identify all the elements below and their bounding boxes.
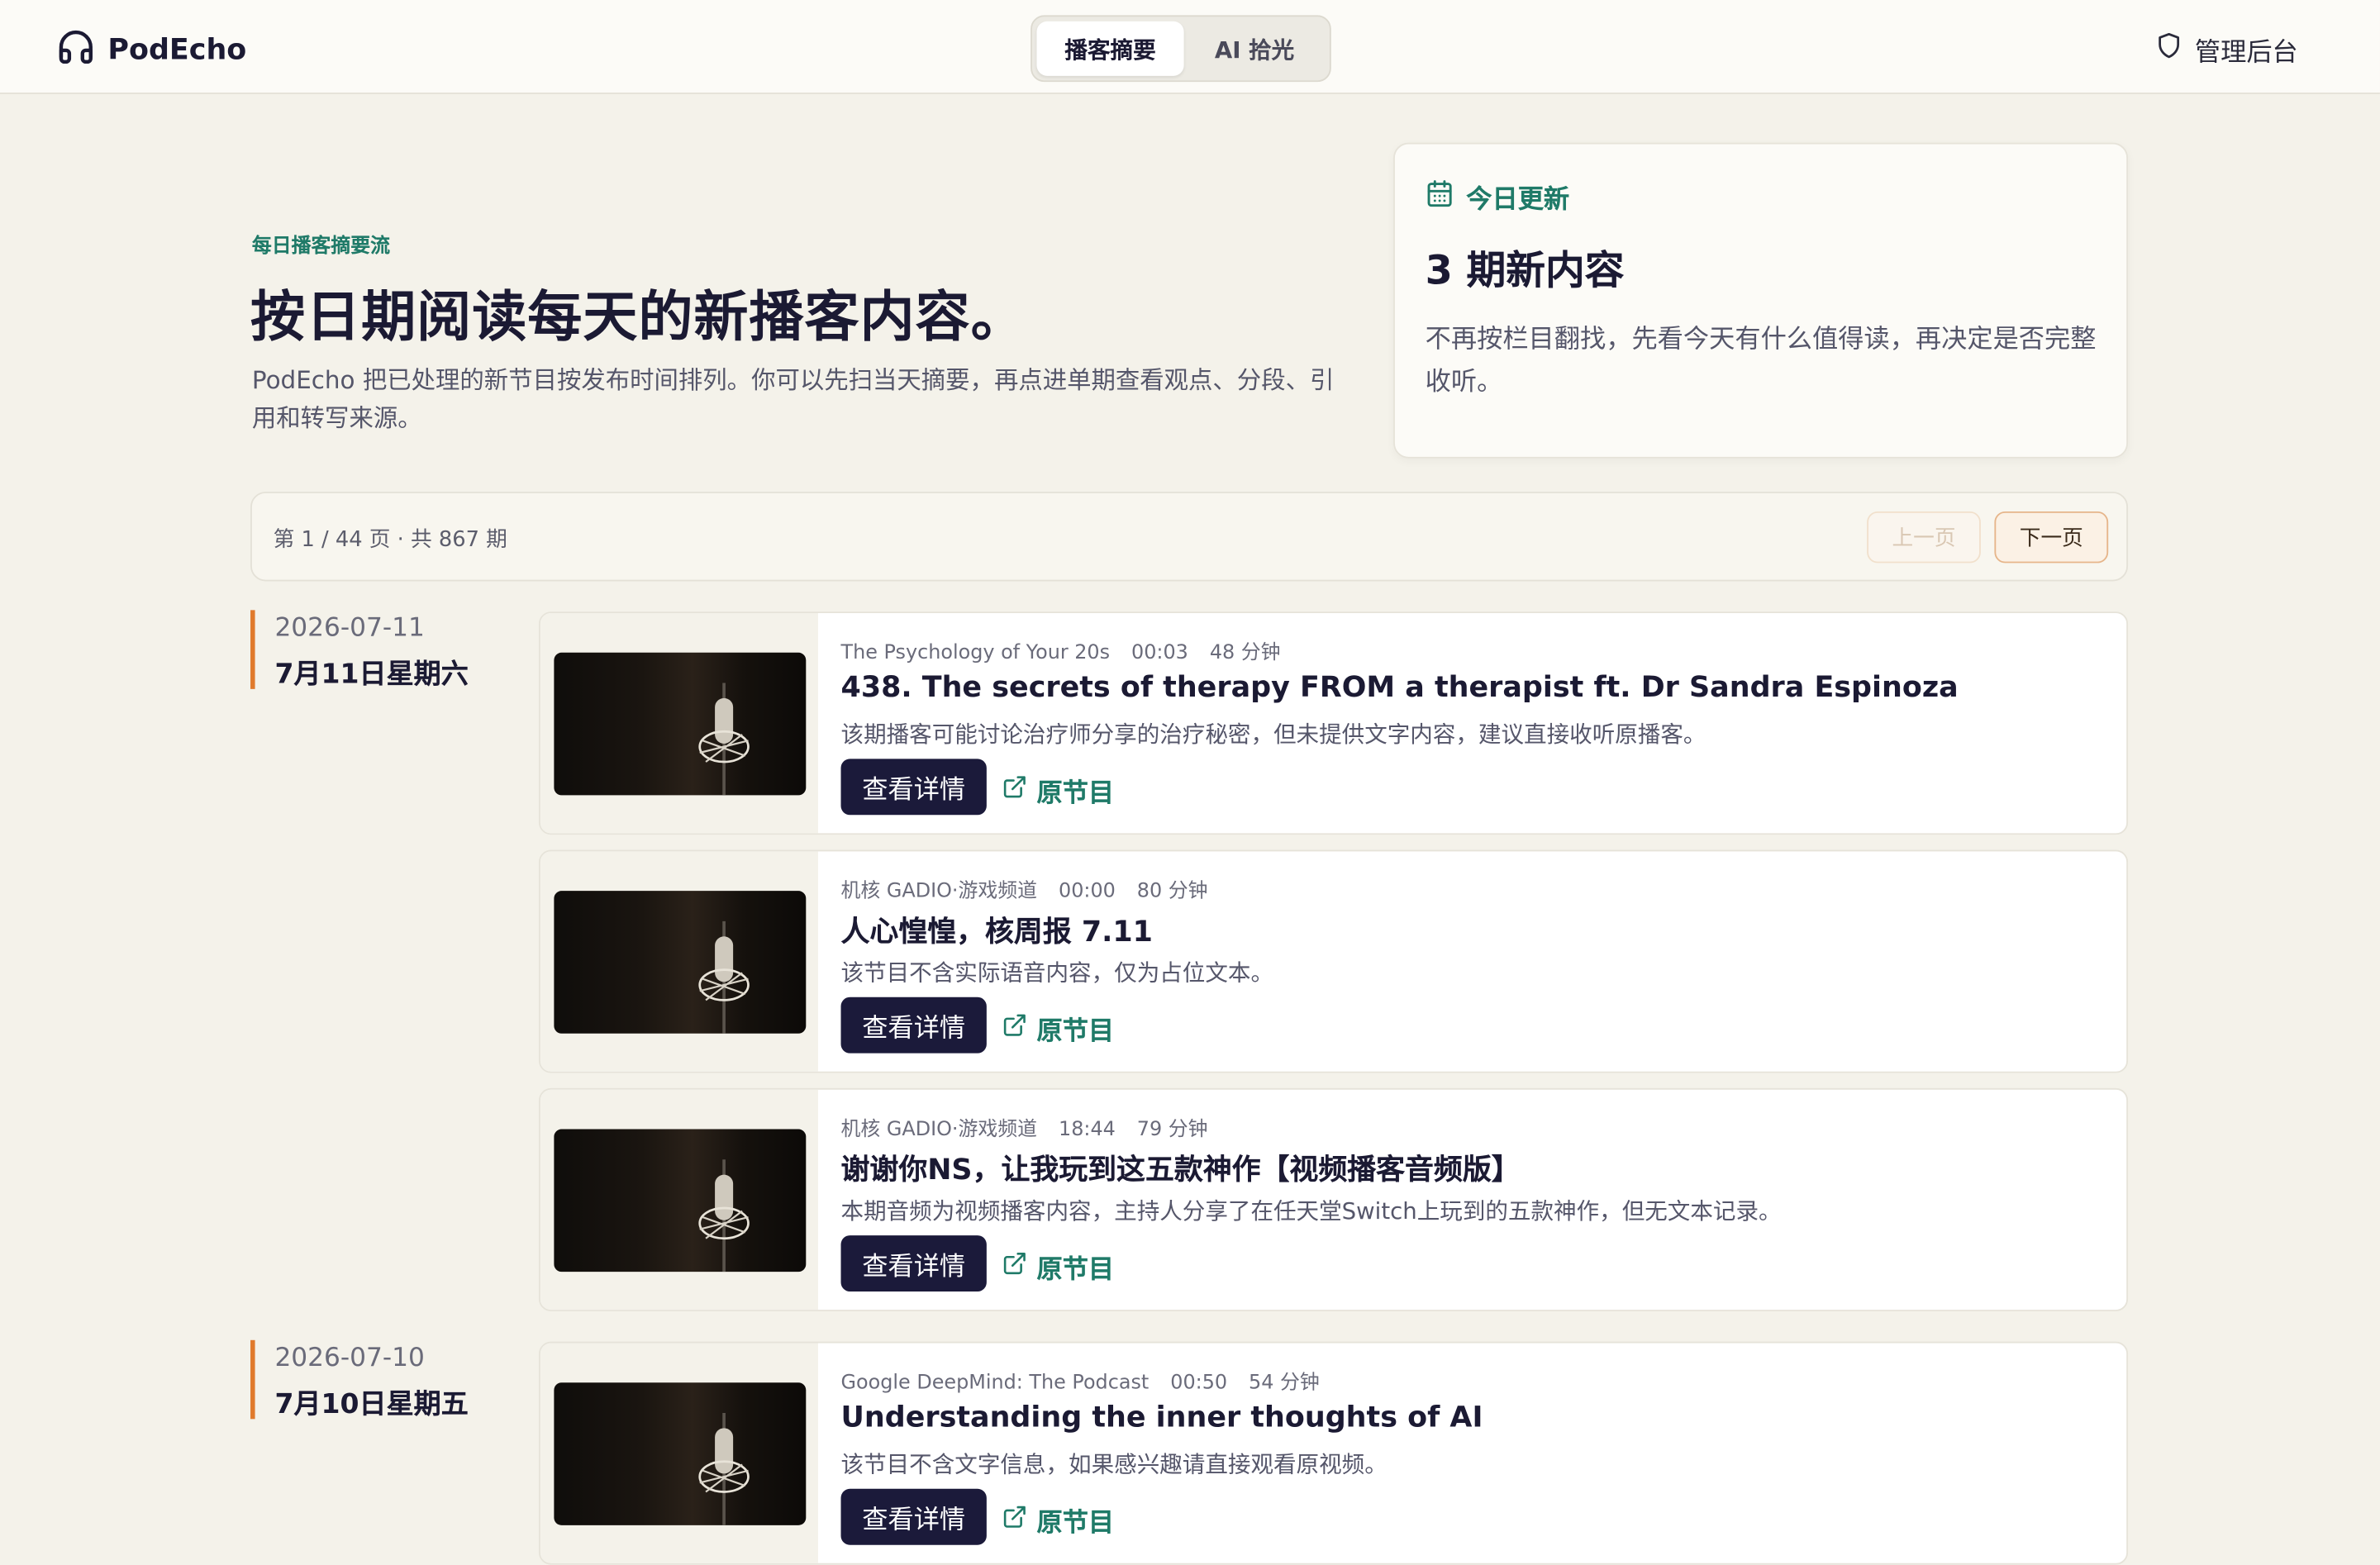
microphone-thumbnail[interactable] <box>554 891 807 1034</box>
original-episode-label: 原节目 <box>1036 1016 1115 1048</box>
duration: 80 分钟 <box>1136 880 1208 903</box>
episode-summary: 该节目不含文字信息，如果感兴趣请直接观看原视频。 <box>840 1450 1388 1478</box>
tab-ai-shiguang[interactable]: AI 拾光 <box>1184 21 1326 76</box>
microphone-thumbnail[interactable] <box>554 1382 807 1525</box>
pagination-bar: 第 1 / 44 页 · 共 867 期 上一页 下一页 <box>250 492 2129 582</box>
view-details-button[interactable]: 查看详情 <box>840 997 987 1054</box>
duration: 79 分钟 <box>1136 1118 1208 1142</box>
today-header: 今日更新 <box>1426 178 1569 216</box>
episode-title[interactable]: Understanding the inner thoughts of AI <box>841 1401 1483 1434</box>
show-name: The Psychology of Your 20s <box>840 641 1111 665</box>
hero-description: PodEcho 把已处理的新节目按发布时间排列。你可以先扫当天摘要，再点进单期查… <box>251 365 1335 433</box>
original-episode-link[interactable]: 原节目 <box>1002 771 1114 809</box>
external-link-icon <box>1002 1503 1027 1536</box>
date-iso: 2026-07-11 <box>274 613 425 644</box>
calendar-icon <box>1426 178 1454 215</box>
view-switcher: 播客摘要 AI 拾光 <box>1031 15 1331 83</box>
publish-time: 00:00 <box>1059 880 1116 903</box>
episode-summary: 本期音频为视频播客内容，主持人分享了在任天堂Switch上玩到的五款神作，但无文… <box>840 1197 1782 1225</box>
today-count: 3 期新内容 <box>1425 249 1625 295</box>
episode-summary: 该节目不含实际语音内容，仅为占位文本。 <box>840 959 1274 987</box>
original-episode-label: 原节目 <box>1036 1254 1115 1286</box>
episode-meta: 机核 GADIO·游戏频道 18:44 79 分钟 <box>840 1112 1223 1142</box>
prev-page-button[interactable]: 上一页 <box>1867 511 1981 564</box>
next-page-button[interactable]: 下一页 <box>1994 511 2109 564</box>
external-link-icon <box>1002 1011 1027 1044</box>
top-bar: PodEcho 播客摘要 AI 拾光 管理后台 <box>0 0 2380 94</box>
episode-meta: Google DeepMind: The Podcast 00:50 54 分钟 <box>841 1366 1335 1395</box>
tab-podcast-summary[interactable]: 播客摘要 <box>1036 21 1184 76</box>
external-link-icon <box>1002 773 1027 806</box>
external-link-icon <box>1002 1250 1027 1283</box>
hero-eyebrow: 每日播客摘要流 <box>251 235 391 259</box>
episode-card: 机核 GADIO·游戏频道 18:44 79 分钟 谢谢你NS，让我玩到这五款神… <box>539 1087 2129 1311</box>
microphone-thumbnail[interactable] <box>554 1129 807 1272</box>
original-episode-label: 原节目 <box>1036 778 1115 809</box>
date-iso: 2026-07-10 <box>274 1343 425 1374</box>
publish-time: 00:03 <box>1131 641 1188 665</box>
view-details-button[interactable]: 查看详情 <box>840 1488 987 1545</box>
episode-card: Google DeepMind: The Podcast 00:50 54 分钟… <box>539 1341 2129 1565</box>
episode-title[interactable]: 438. The secrets of therapy FROM a thera… <box>841 671 1959 704</box>
episode-meta: The Psychology of Your 20s 00:03 48 分钟 <box>841 636 1296 665</box>
view-details-button[interactable]: 查看详情 <box>840 759 987 816</box>
shield-icon <box>2155 31 2182 69</box>
episode-card: The Psychology of Your 20s 00:03 48 分钟 4… <box>539 611 2129 835</box>
date-weekday: 7月10日星期五 <box>274 1388 469 1421</box>
episode-title[interactable]: 人心惶惶，核周报 7.11 <box>841 909 1153 950</box>
pagination-info: 第 1 / 44 页 · 共 867 期 <box>273 528 507 553</box>
microphone-thumbnail[interactable] <box>554 652 807 796</box>
episode-meta: 机核 GADIO·游戏频道 00:00 80 分钟 <box>841 874 1223 903</box>
original-episode-link[interactable]: 原节目 <box>1002 1009 1114 1047</box>
original-episode-link[interactable]: 原节目 <box>1002 1248 1114 1286</box>
brand[interactable]: PodEcho <box>56 27 246 73</box>
page-title: 按日期阅读每天的新播客内容。 <box>250 287 1026 350</box>
publish-time: 18:44 <box>1059 1118 1116 1142</box>
headphones-icon <box>56 27 96 73</box>
episode-title[interactable]: 谢谢你NS，让我玩到这五款神作【视频播客音频版】 <box>841 1148 1521 1189</box>
show-name: Google DeepMind: The Podcast <box>840 1372 1150 1395</box>
duration: 48 分钟 <box>1209 641 1281 665</box>
original-episode-label: 原节目 <box>1036 1508 1115 1539</box>
view-details-button[interactable]: 查看详情 <box>840 1235 987 1292</box>
admin-label: 管理后台 <box>2194 37 2298 69</box>
date-group-header: 2026-07-11 7月11日星期六 <box>250 610 469 691</box>
today-description: 不再按栏目翻找，先看今天有什么值得读，再决定是否完整收听。 <box>1425 325 2097 398</box>
today-update-card: 今日更新 3 期新内容 不再按栏目翻找，先看今天有什么值得读，再决定是否完整收听… <box>1393 142 2129 459</box>
date-group-header: 2026-07-10 7月10日星期五 <box>250 1339 469 1421</box>
episode-card: 机核 GADIO·游戏频道 00:00 80 分钟 人心惶惶，核周报 7.11 … <box>539 849 2129 1073</box>
admin-link[interactable]: 管理后台 <box>2155 31 2298 69</box>
publish-time: 00:50 <box>1170 1372 1228 1395</box>
today-label: 今日更新 <box>1466 185 1570 216</box>
episode-summary: 该期播客可能讨论治疗师分享的治疗秘密，但未提供文字内容，建议直接收听原播客。 <box>840 721 1706 749</box>
date-weekday: 7月11日星期六 <box>274 659 469 691</box>
show-name: 机核 GADIO·游戏频道 <box>840 1118 1038 1142</box>
original-episode-link[interactable]: 原节目 <box>1002 1501 1114 1539</box>
brand-name: PodEcho <box>107 33 247 67</box>
duration: 54 分钟 <box>1249 1372 1320 1395</box>
show-name: 机核 GADIO·游戏频道 <box>840 880 1038 903</box>
